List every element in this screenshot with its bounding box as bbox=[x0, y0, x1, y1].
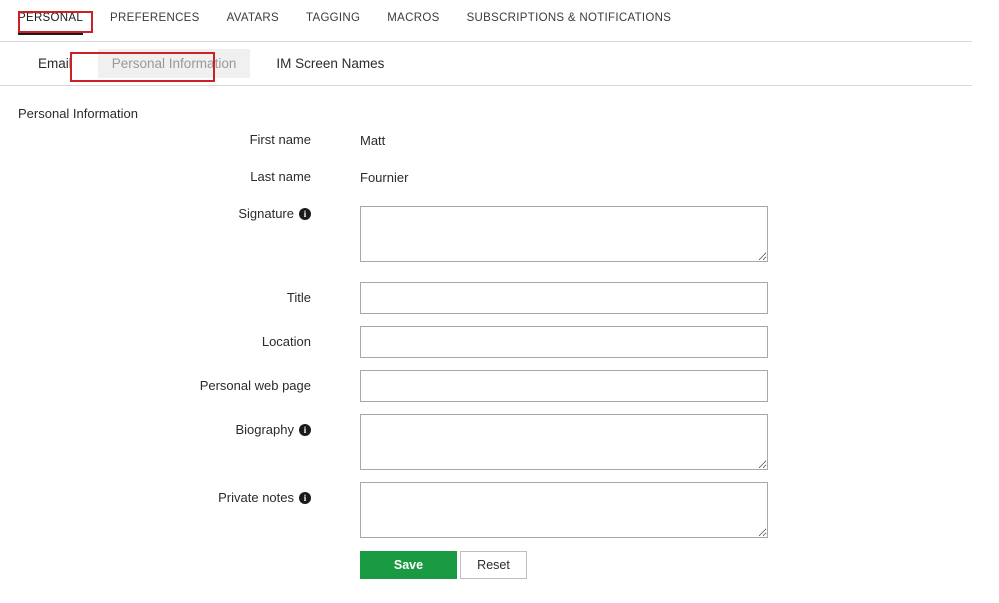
form-row-biography: Biography i bbox=[0, 414, 999, 470]
label-last-name: Last name bbox=[0, 169, 311, 184]
field-first-name: Matt bbox=[360, 132, 385, 150]
tab-tagging[interactable]: TAGGING bbox=[306, 0, 360, 35]
field-location bbox=[360, 326, 768, 358]
label-title-text: Title bbox=[286, 290, 311, 305]
label-title: Title bbox=[0, 282, 311, 305]
value-last-name: Fournier bbox=[360, 170, 409, 185]
label-private-notes-text: Private notes bbox=[218, 490, 294, 505]
label-location-text: Location bbox=[261, 334, 311, 349]
form-actions: Save Reset bbox=[360, 551, 999, 579]
label-first-name-text: First name bbox=[249, 132, 311, 147]
subtab-email[interactable]: Email bbox=[26, 49, 84, 78]
info-icon[interactable]: i bbox=[299, 423, 311, 436]
label-personal-web-page-text: Personal web page bbox=[199, 378, 311, 393]
location-input[interactable] bbox=[360, 326, 768, 358]
form-row-private-notes: Private notes i bbox=[0, 482, 999, 538]
reset-button[interactable]: Reset bbox=[460, 551, 527, 579]
label-location: Location bbox=[0, 326, 311, 349]
tab-personal[interactable]: PERSONAL bbox=[18, 0, 83, 35]
primary-tab-bar: PERSONAL PREFERENCES AVATARS TAGGING MAC… bbox=[0, 0, 972, 42]
label-personal-web-page: Personal web page bbox=[0, 370, 311, 393]
label-biography: Biography i bbox=[0, 414, 311, 437]
personal-web-page-input[interactable] bbox=[360, 370, 768, 402]
field-last-name: Fournier bbox=[360, 169, 408, 187]
form-row-first-name: First name Matt bbox=[0, 132, 999, 150]
secondary-tab-bar: Email Personal Information IM Screen Nam… bbox=[0, 42, 972, 86]
page-title: Personal Information bbox=[18, 106, 138, 121]
form-row-last-name: Last name Fournier bbox=[0, 169, 999, 187]
label-last-name-text: Last name bbox=[250, 169, 311, 184]
info-icon[interactable]: i bbox=[299, 207, 311, 220]
field-private-notes bbox=[360, 482, 768, 538]
field-biography bbox=[360, 414, 768, 470]
title-input[interactable] bbox=[360, 282, 768, 314]
tab-avatars[interactable]: AVATARS bbox=[227, 0, 279, 35]
info-icon[interactable]: i bbox=[299, 491, 311, 504]
label-private-notes: Private notes i bbox=[0, 482, 311, 505]
personal-information-form: First name Matt Last name Fournier Signa… bbox=[0, 132, 999, 579]
tab-preferences[interactable]: PREFERENCES bbox=[110, 0, 200, 35]
field-personal-web-page bbox=[360, 370, 768, 402]
tab-subscriptions-notifications[interactable]: SUBSCRIPTIONS & NOTIFICATIONS bbox=[467, 0, 672, 35]
save-button[interactable]: Save bbox=[360, 551, 457, 579]
form-row-signature: Signature i bbox=[0, 206, 999, 262]
tab-macros[interactable]: MACROS bbox=[387, 0, 439, 35]
value-first-name: Matt bbox=[360, 133, 386, 148]
field-signature bbox=[360, 206, 768, 262]
label-first-name: First name bbox=[0, 132, 311, 147]
field-title bbox=[360, 282, 768, 314]
form-row-title: Title bbox=[0, 282, 999, 314]
label-signature: Signature i bbox=[0, 206, 311, 221]
subtab-im-screen-names[interactable]: IM Screen Names bbox=[264, 49, 396, 78]
content-area: Personal Information First name Matt Las… bbox=[0, 106, 999, 579]
signature-textarea[interactable] bbox=[360, 206, 768, 262]
biography-textarea[interactable] bbox=[360, 414, 768, 470]
form-row-personal-web-page: Personal web page bbox=[0, 370, 999, 402]
label-biography-text: Biography bbox=[235, 422, 294, 437]
form-row-location: Location bbox=[0, 326, 999, 358]
private-notes-textarea[interactable] bbox=[360, 482, 768, 538]
label-signature-text: Signature bbox=[238, 206, 294, 221]
subtab-personal-information[interactable]: Personal Information bbox=[97, 49, 251, 78]
